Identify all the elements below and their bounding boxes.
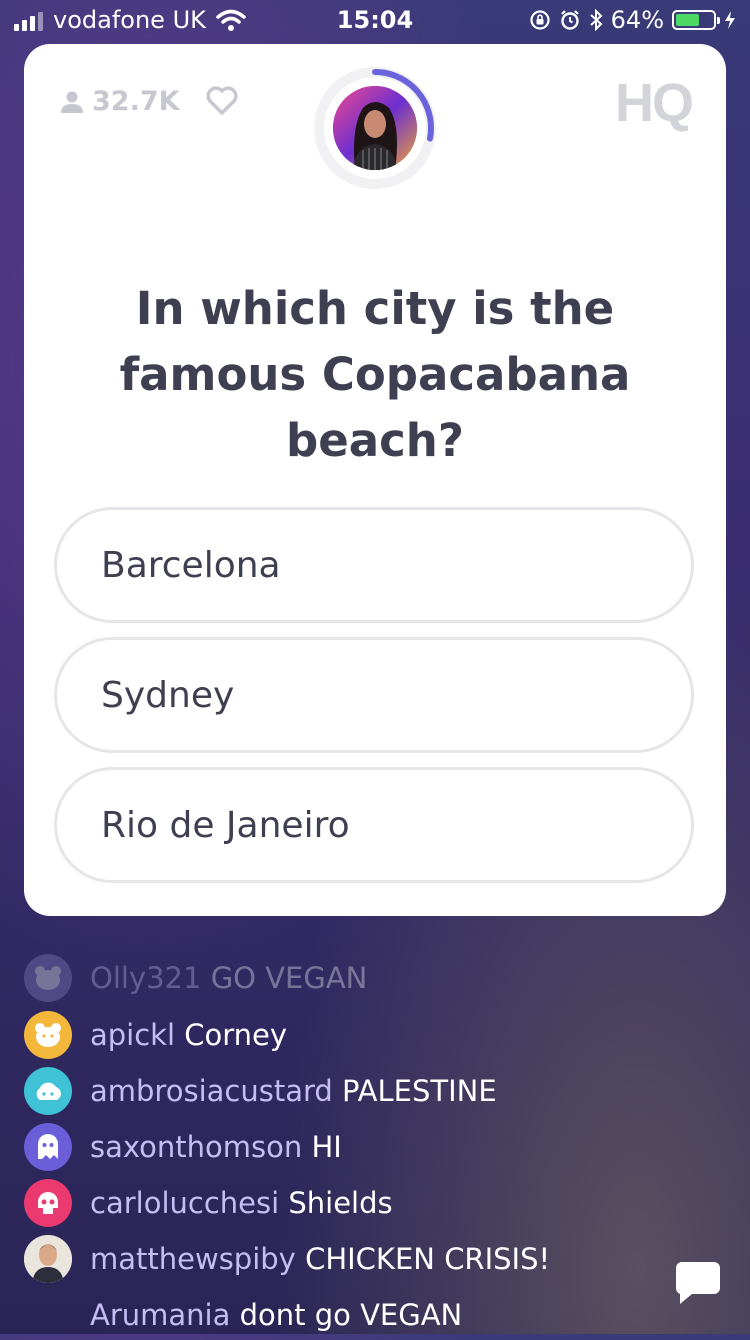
photo-avatar xyxy=(24,1235,72,1283)
chat-username[interactable]: Arumania xyxy=(90,1298,230,1332)
answer-option-2[interactable]: Sydney xyxy=(54,637,694,753)
chat-message: matthewspiby CHICKEN CRISIS! xyxy=(24,1234,550,1284)
chat-text: GO VEGAN xyxy=(210,961,368,995)
chat-username[interactable]: ambrosiacustard xyxy=(90,1074,333,1108)
battery-icon xyxy=(672,10,720,30)
chat-text: PALESTINE xyxy=(342,1074,497,1108)
cloud-icon xyxy=(24,1067,72,1115)
answer-label: Barcelona xyxy=(101,544,281,586)
hq-logo: HQ xyxy=(615,73,694,133)
chat-message: Arumania dont go VEGAN xyxy=(24,1290,462,1340)
bear-icon xyxy=(24,954,72,1002)
chat-text: dont go VEGAN xyxy=(239,1298,463,1332)
skull-icon xyxy=(24,1179,72,1227)
chat-message: apickl Corney xyxy=(24,1010,287,1060)
chat-text: HI xyxy=(311,1130,342,1164)
heart-icon[interactable] xyxy=(206,86,238,116)
chat-username[interactable]: carlolucchesi xyxy=(90,1186,279,1220)
chat-username[interactable]: matthewspiby xyxy=(90,1242,296,1276)
viewer-count: 32.7K xyxy=(60,86,180,117)
avatar xyxy=(24,1291,72,1339)
battery-percent: 64% xyxy=(610,6,664,34)
chat-message: Olly321 GO VEGAN xyxy=(24,953,367,1003)
chat-text: CHICKEN CRISIS! xyxy=(305,1242,551,1276)
chat-button[interactable] xyxy=(674,1258,722,1306)
answer-label: Sydney xyxy=(101,674,235,716)
chat-message: ambrosiacustard PALESTINE xyxy=(24,1066,497,1116)
question-text: In which city is the famous Copacabana b… xyxy=(119,282,631,467)
chat-text: Corney xyxy=(184,1018,288,1052)
chat-message: carlolucchesi Shields xyxy=(24,1178,393,1228)
person-icon xyxy=(61,91,83,113)
chat-message: saxonthomson HI xyxy=(24,1122,342,1172)
rotation-lock-icon xyxy=(530,10,550,30)
chat-username[interactable]: Olly321 xyxy=(90,961,201,995)
status-bar: vodafone UK 15:04 64% xyxy=(0,0,750,40)
answer-label: Rio de Janeiro xyxy=(101,804,350,846)
chat-username[interactable]: saxonthomson xyxy=(90,1130,302,1164)
question-card: 32.7K HQ In which city is the famous Cop… xyxy=(24,44,726,916)
chat-username[interactable]: apickl xyxy=(90,1018,175,1052)
bear-icon xyxy=(24,1011,72,1059)
charging-icon xyxy=(725,11,735,29)
viewer-count-value: 32.7K xyxy=(92,86,180,117)
status-right: 64% xyxy=(529,6,736,34)
answer-option-3[interactable]: Rio de Janeiro xyxy=(54,767,694,883)
answer-option-1[interactable]: Barcelona xyxy=(54,507,694,623)
alarm-icon xyxy=(560,10,579,30)
bluetooth-icon xyxy=(589,9,603,31)
host-avatar xyxy=(333,86,417,170)
chat-text: Shields xyxy=(288,1186,393,1220)
ghost-icon xyxy=(24,1123,72,1171)
